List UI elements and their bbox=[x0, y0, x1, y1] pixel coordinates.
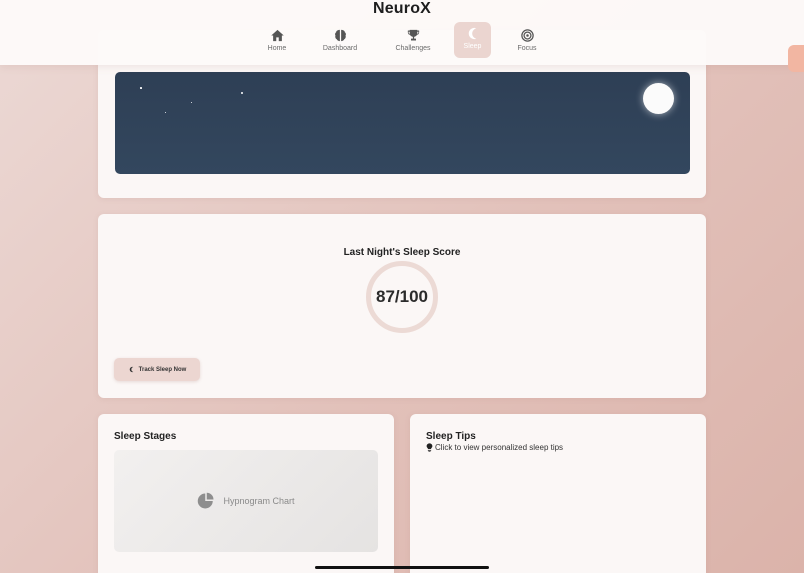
star bbox=[241, 92, 244, 95]
moon-icon bbox=[468, 27, 477, 40]
sleep-stages-card: Sleep Stages Hypnogram Chart bbox=[98, 414, 394, 573]
nav-item-label: Dashboard bbox=[322, 45, 358, 52]
brand-logo: NeuroX bbox=[372, 0, 432, 17]
star bbox=[191, 102, 193, 104]
home-indicator bbox=[315, 566, 489, 569]
nav-item-label: Focus bbox=[517, 45, 537, 52]
pie-chart-icon bbox=[198, 492, 214, 509]
sleep-score-card: Last Night's Sleep Score 87/100 Track Sl… bbox=[98, 214, 706, 398]
nav-item-focus[interactable]: Focus bbox=[511, 22, 543, 58]
trophy-icon bbox=[407, 29, 419, 41]
nav-item-home[interactable]: Home bbox=[254, 22, 300, 58]
nav-item-sleep[interactable]: Sleep bbox=[454, 22, 491, 58]
side-drawer-tab[interactable] bbox=[788, 45, 804, 72]
score-value: 87/100 bbox=[376, 287, 428, 306]
top-header: NeuroX Home Dashboard Challenges Sleep F… bbox=[0, 0, 804, 65]
star bbox=[140, 87, 142, 89]
lightbulb-icon bbox=[426, 443, 433, 452]
nav-item-label: Challenges bbox=[395, 45, 431, 52]
night-sky-banner bbox=[115, 72, 690, 174]
nav-item-dashboard[interactable]: Dashboard bbox=[322, 22, 358, 58]
home-icon bbox=[270, 29, 284, 42]
sleep-stages-title: Sleep Stages bbox=[114, 431, 177, 442]
score-ring: 87/100 bbox=[366, 261, 438, 333]
moon-graphic bbox=[643, 83, 674, 114]
moon-icon bbox=[129, 366, 133, 373]
track-sleep-label: Track Sleep Now bbox=[138, 366, 187, 373]
score-title: Last Night's Sleep Score bbox=[343, 247, 461, 258]
brain-icon bbox=[334, 29, 346, 42]
nav-item-label: Home bbox=[267, 45, 287, 52]
sleep-tips-title: Sleep Tips bbox=[426, 431, 476, 442]
sleep-tips-prompt[interactable]: Click to view personalized sleep tips bbox=[426, 443, 563, 452]
nav-item-label: Sleep bbox=[463, 43, 482, 50]
hypnogram-label: Hypnogram Chart bbox=[223, 496, 295, 506]
sleep-tips-card[interactable]: Sleep Tips Click to view personalized sl… bbox=[410, 414, 706, 573]
nav-item-challenges[interactable]: Challenges bbox=[392, 22, 434, 58]
star bbox=[165, 112, 167, 114]
hypnogram-chart: Hypnogram Chart bbox=[114, 450, 378, 552]
track-sleep-button[interactable]: Track Sleep Now bbox=[114, 358, 200, 381]
target-icon bbox=[520, 29, 534, 42]
sleep-tips-text: Click to view personalized sleep tips bbox=[435, 443, 564, 452]
main-nav: Home Dashboard Challenges Sleep Focus bbox=[254, 22, 543, 58]
